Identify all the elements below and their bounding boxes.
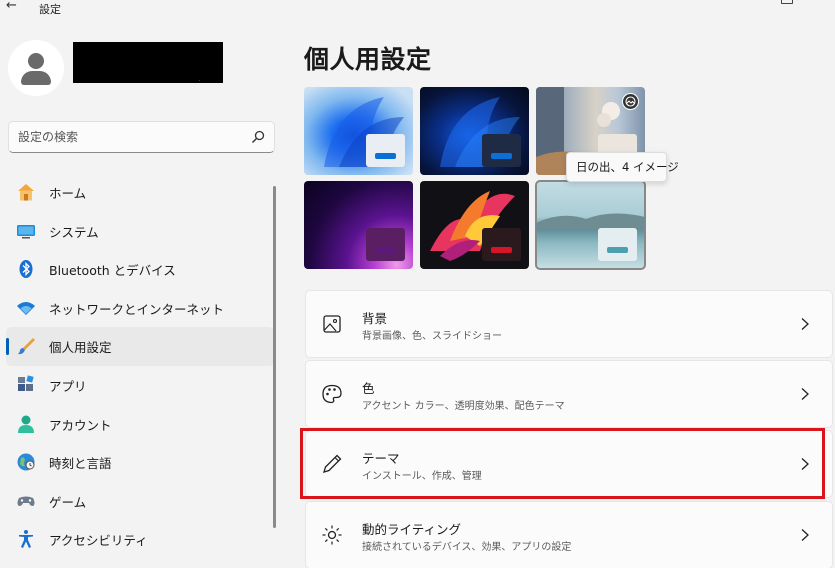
sidebar-item-label: ネットワークとインターネット	[49, 301, 225, 317]
page-title: 個人用設定	[304, 45, 432, 74]
chevron-right-icon	[801, 318, 809, 330]
home-icon	[18, 184, 34, 201]
sidebar-item-label: Bluetooth とデバイス	[49, 263, 176, 279]
wifi-icon	[17, 301, 35, 315]
image-icon	[323, 315, 341, 333]
sidebar-item-label: アプリ	[49, 378, 87, 394]
sidebar-item-label: 個人用設定	[49, 340, 112, 356]
window-title: 設定	[39, 3, 61, 16]
card-background[interactable]: 背景 背景画像、色、スライドショー	[305, 290, 833, 358]
theme-glow[interactable]	[304, 181, 413, 269]
accessibility-icon	[19, 530, 33, 549]
accent-bar	[375, 153, 396, 159]
card-colors[interactable]: 色 アクセント カラー、透明度効果、配色テーマ	[305, 360, 833, 428]
theme-tooltip: 日の出、4 イメージ	[566, 152, 679, 182]
apps-icon	[18, 375, 34, 391]
search-box[interactable]	[8, 121, 275, 153]
sidebar-item-label: システム	[49, 224, 99, 240]
sidebar-item-label: アクセシビリティ	[49, 533, 148, 549]
brush-icon	[18, 338, 35, 355]
chevron-right-icon	[801, 529, 809, 541]
accent-bar	[491, 153, 512, 159]
bluetooth-icon	[19, 260, 33, 279]
theme-preview-window	[482, 134, 521, 167]
sidebar-item-bluetooth[interactable]: Bluetooth とデバイス	[6, 250, 274, 289]
slideshow-icon	[622, 93, 639, 110]
lighting-icon	[322, 525, 342, 545]
theme-preview-window	[366, 134, 405, 167]
card-dynamic-lighting[interactable]: 動的ライティング 接続されているデバイス、効果、アプリの設定	[305, 501, 833, 568]
accent-bar	[375, 247, 396, 253]
maximize-button[interactable]	[781, 0, 793, 4]
account-icon	[18, 415, 34, 433]
chevron-right-icon	[801, 388, 809, 400]
sidebar-item-home[interactable]: ホーム	[6, 173, 274, 212]
card-title: 色	[362, 381, 375, 396]
theme-captured-motion[interactable]	[420, 181, 529, 269]
redacted-tail: .	[198, 74, 201, 84]
sidebar-scrollbar[interactable]	[273, 186, 276, 528]
sidebar-item-apps[interactable]: アプリ	[6, 366, 274, 405]
search-input[interactable]	[18, 128, 238, 146]
gamepad-icon	[17, 496, 35, 506]
theme-preview-window	[482, 228, 521, 261]
search-icon[interactable]	[250, 129, 266, 145]
avatar	[8, 40, 64, 96]
sidebar-item-gaming[interactable]: ゲーム	[6, 482, 274, 521]
theme-preview-window	[598, 228, 637, 261]
theme-windows-dark[interactable]	[420, 87, 529, 175]
card-title: 動的ライティング	[362, 522, 462, 537]
theme-preview-window	[366, 228, 405, 261]
title-bar: ← 設定	[0, 0, 835, 18]
sidebar-item-personalization[interactable]: 個人用設定	[6, 327, 274, 366]
sidebar-item-label: ホーム	[49, 186, 87, 201]
sidebar-item-system[interactable]: システム	[6, 212, 274, 251]
sidebar-nav: ホーム システム Bluetooth とデバイス ネットワークとインターネット …	[6, 173, 274, 559]
back-button[interactable]: ←	[6, 0, 26, 16]
card-subtitle: アクセント カラー、透明度効果、配色テーマ	[362, 401, 565, 412]
accent-bar	[491, 247, 512, 253]
card-title: 背景	[362, 311, 388, 326]
theme-flow[interactable]	[535, 180, 646, 270]
sidebar-item-time-language[interactable]: 時刻と言語	[6, 443, 274, 482]
theme-windows-light[interactable]	[304, 87, 413, 175]
card-subtitle: 背景画像、色、スライドショー	[362, 331, 502, 342]
accent-bar	[607, 247, 628, 253]
sidebar-item-accounts[interactable]: アカウント	[6, 405, 274, 444]
sidebar-item-label: 時刻と言語	[49, 456, 112, 472]
globe-icon	[17, 453, 35, 471]
sidebar-item-accessibility[interactable]: アクセシビリティ	[6, 520, 274, 559]
sidebar-item-network[interactable]: ネットワークとインターネット	[6, 289, 274, 328]
highlight-annotation	[300, 428, 825, 499]
sidebar-item-label: ゲーム	[49, 494, 87, 510]
close-button[interactable]	[823, 0, 835, 4]
system-icon	[17, 224, 35, 239]
sidebar-item-label: アカウント	[49, 417, 112, 433]
card-subtitle: 接続されているデバイス、効果、アプリの設定	[362, 542, 572, 553]
palette-icon	[322, 384, 342, 404]
